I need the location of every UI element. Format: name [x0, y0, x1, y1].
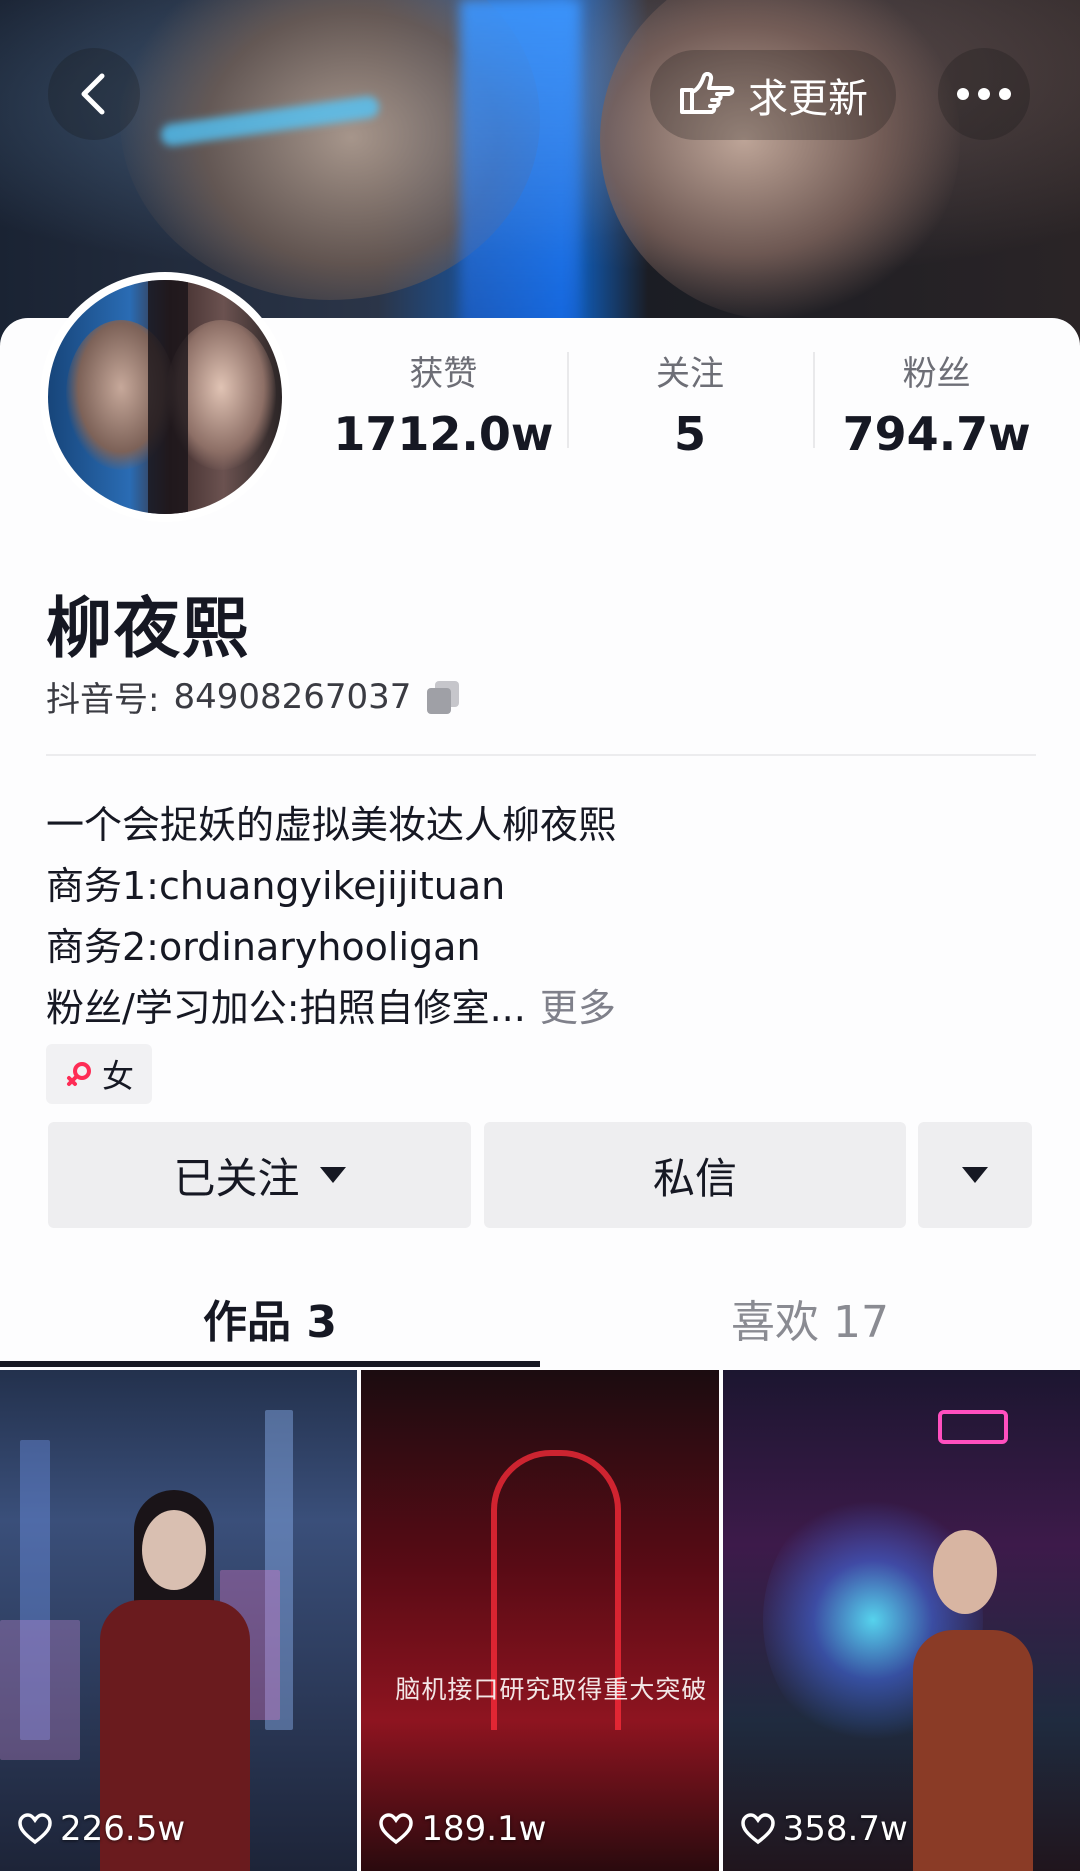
gender-tag: 女: [46, 1044, 153, 1104]
profile-name: 柳夜熙: [46, 590, 250, 667]
tab-likes[interactable]: 喜欢 17: [540, 1264, 1080, 1370]
stat-likes[interactable]: 获赞 1712.0w: [320, 340, 567, 461]
video-likes-count: 189.1w: [421, 1809, 547, 1849]
banner-image-right: [600, 0, 960, 320]
heart-icon: [18, 1813, 52, 1845]
avatar[interactable]: [40, 272, 290, 522]
heart-icon: [740, 1813, 775, 1845]
chevron-left-icon: [81, 73, 105, 115]
stat-following-label: 关注: [656, 354, 724, 394]
video-likes: 358.7w: [740, 1809, 908, 1849]
message-label: 私信: [652, 1153, 737, 1203]
caret-down-icon: [319, 1167, 346, 1183]
female-icon: [67, 1062, 91, 1086]
bio-more-link[interactable]: 更多: [540, 986, 616, 1030]
account-id-value: 84908267037: [173, 676, 412, 717]
video-likes-count: 226.5w: [60, 1809, 186, 1849]
content-tabs: 作品 3 喜欢 17: [0, 1264, 1080, 1370]
bio-line: 商务1:chuangyikejijituan: [46, 864, 506, 908]
avatar-image: [48, 280, 282, 514]
active-tab-indicator: [0, 1361, 540, 1367]
profile-bio[interactable]: 一个会捉妖的虚拟美妆达人柳夜熙 商务1:chuangyikejijituan 商…: [46, 795, 616, 1039]
bio-line: 一个会捉妖的虚拟美妆达人柳夜熙: [46, 803, 617, 847]
hand-point-icon: [680, 72, 735, 114]
video-grid: 226.5w 脑机接口研究取得重大突破 189.1w 358.7w: [0, 1370, 1080, 1871]
video-likes: 226.5w: [18, 1809, 185, 1849]
gender-label: 女: [102, 1057, 135, 1095]
tab-works[interactable]: 作品 3: [0, 1264, 540, 1370]
account-id-label: 抖音号:: [46, 680, 160, 720]
account-id-row: 抖音号: 84908267037: [46, 672, 461, 721]
copy-icon[interactable]: [425, 679, 461, 715]
bio-line-last: 粉丝/学习加公:拍照自修室... 更多: [46, 978, 616, 1039]
back-button[interactable]: [48, 48, 140, 140]
stat-following-value: 5: [674, 407, 707, 461]
divider: [46, 754, 1036, 756]
more-options-button[interactable]: [938, 48, 1030, 140]
heart-icon: [379, 1813, 414, 1845]
request-update-button[interactable]: 求更新: [650, 50, 896, 140]
stat-likes-label: 获赞: [409, 354, 478, 394]
stat-likes-value: 1712.0w: [333, 407, 554, 461]
banner-glow: [460, 0, 580, 360]
video-tile[interactable]: 358.7w: [722, 1370, 1080, 1871]
video-likes-count: 358.7w: [782, 1809, 908, 1849]
following-label: 已关注: [173, 1153, 300, 1203]
message-button[interactable]: 私信: [484, 1122, 906, 1228]
video-tile[interactable]: 脑机接口研究取得重大突破 189.1w: [361, 1370, 719, 1871]
stat-followers[interactable]: 粉丝 794.7w: [813, 340, 1060, 461]
video-caption: 脑机接口研究取得重大突破: [395, 1675, 708, 1704]
video-thumbnail-figure: [912, 1510, 1033, 1871]
bio-line: 商务2:ordinaryhooligan: [46, 925, 481, 969]
caret-down-icon: [962, 1167, 988, 1183]
stat-following[interactable]: 关注 5: [566, 340, 814, 461]
stat-followers-value: 794.7w: [842, 407, 1031, 461]
following-button[interactable]: 已关注: [48, 1122, 471, 1228]
profile-stats: 获赞 1712.0w 关注 5 粉丝 794.7w: [320, 340, 1060, 461]
video-likes: 189.1w: [379, 1809, 546, 1849]
bio-line: 粉丝/学习加公:拍照自修室...: [46, 986, 526, 1030]
stat-followers-label: 粉丝: [902, 354, 971, 394]
request-update-label: 求更新: [748, 76, 868, 122]
more-actions-dropdown[interactable]: [918, 1122, 1032, 1228]
more-dots-icon: [957, 88, 1011, 100]
video-tile[interactable]: 226.5w: [0, 1370, 358, 1871]
